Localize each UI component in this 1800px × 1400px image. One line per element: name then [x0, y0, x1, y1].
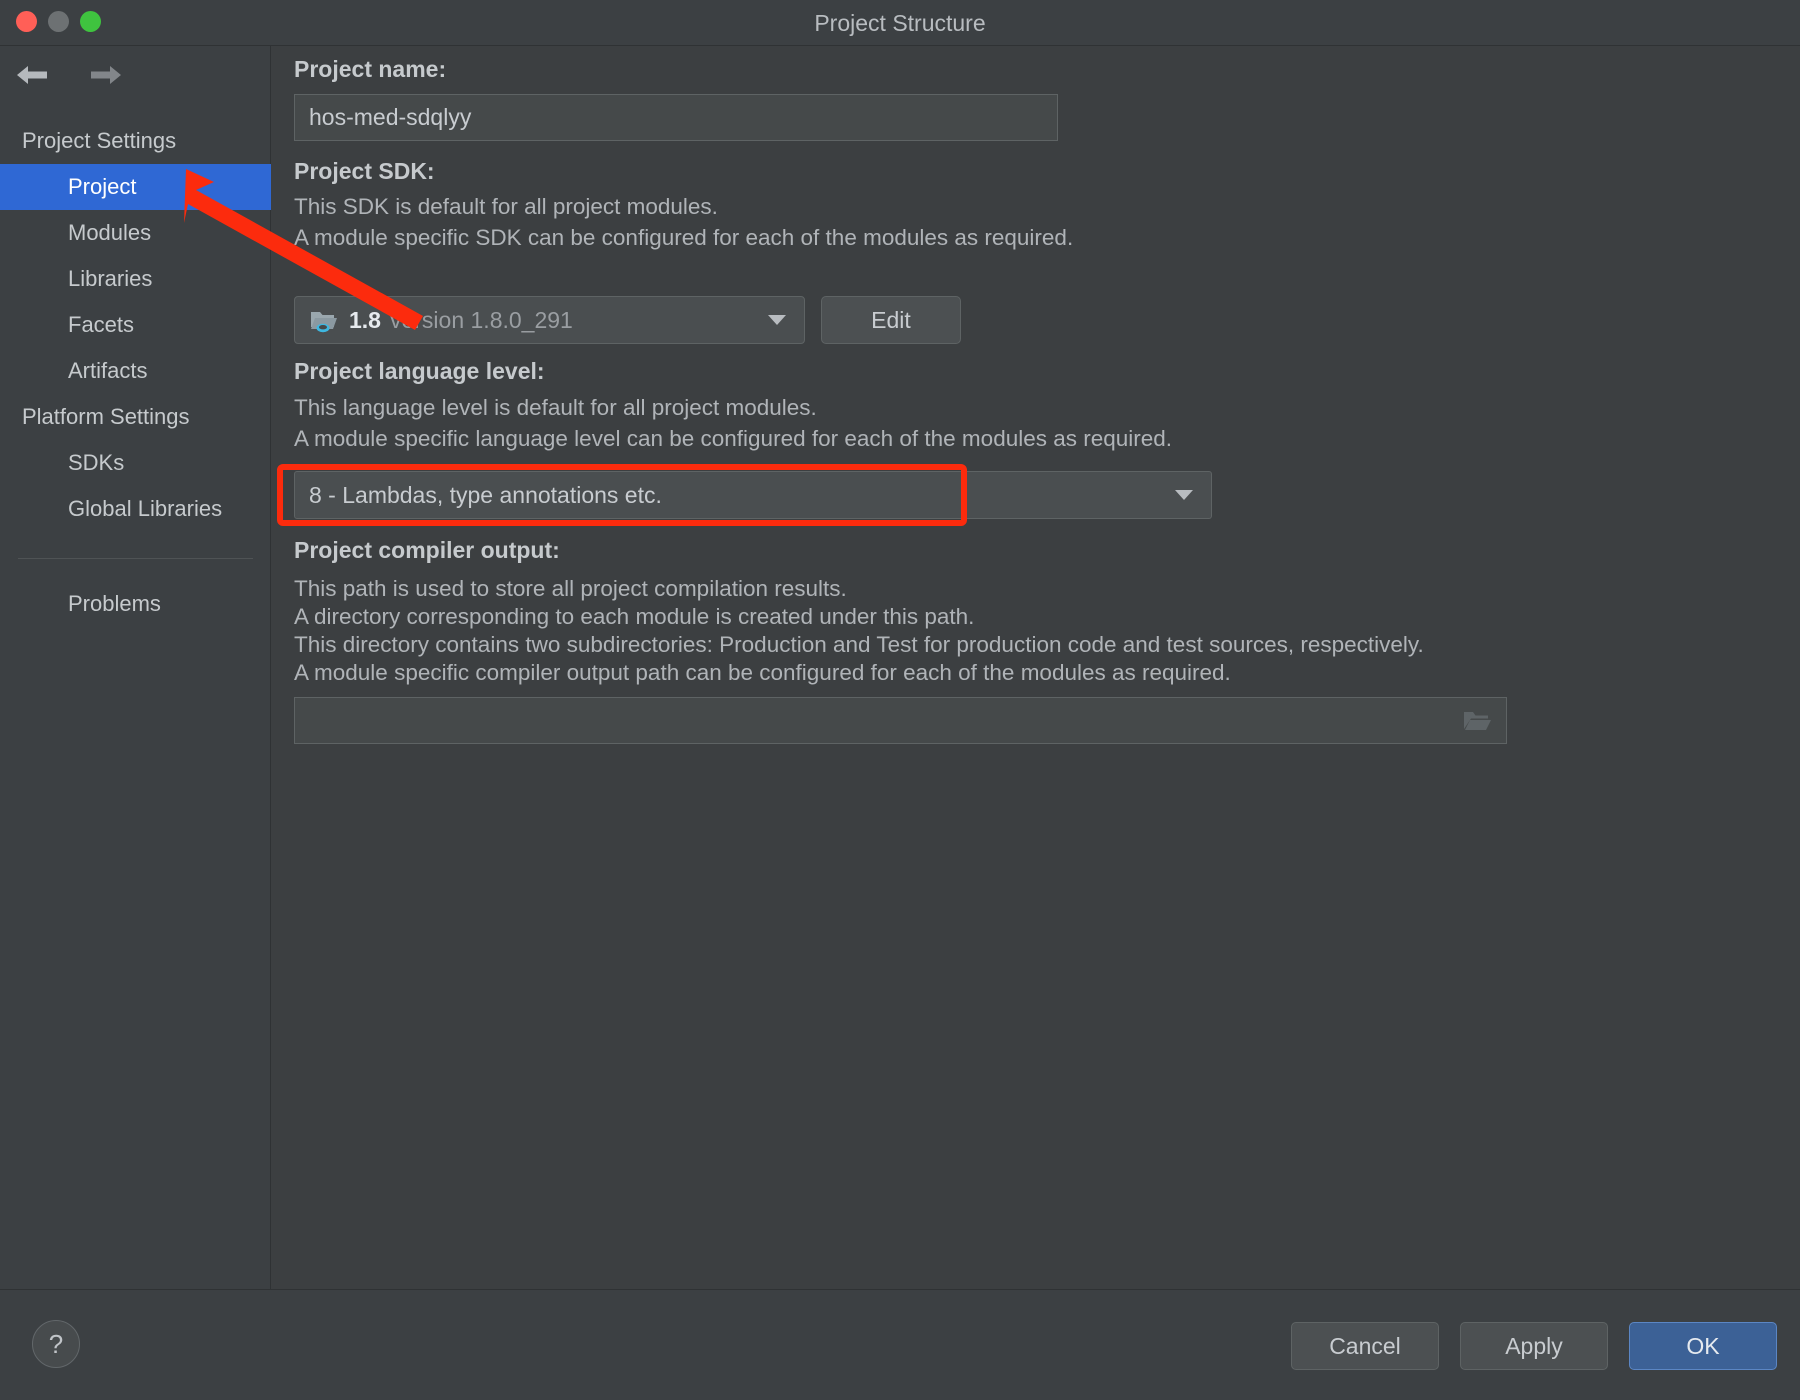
project-name-input[interactable]: hos-med-sdqlyy	[294, 94, 1058, 141]
folder-browse-icon	[1464, 711, 1491, 730]
sidebar-item-sdks[interactable]: SDKs	[0, 440, 271, 486]
sidebar-item-project[interactable]: Project	[0, 164, 271, 210]
project-sdk-desc-line2: A module specific SDK can be configured …	[294, 225, 1074, 250]
sidebar-item-label: Libraries	[68, 266, 153, 291]
title-bar: Project Structure	[0, 0, 1800, 46]
window-title: Project Structure	[814, 10, 986, 36]
project-name-label: Project name:	[294, 56, 447, 82]
language-level-desc-line2: A module specific language level can be …	[294, 426, 1173, 451]
sidebar-item-label: Global Libraries	[68, 496, 223, 521]
main-panel: Project name: hos-med-sdqlyy Project SDK…	[272, 46, 1800, 1289]
arrow-left-icon	[17, 66, 47, 84]
sidebar: Project Settings Project Modules Librari…	[0, 46, 271, 1289]
project-name-value: hos-med-sdqlyy	[309, 104, 472, 130]
navigation-buttons	[14, 60, 124, 90]
cancel-button[interactable]: Cancel	[1291, 1322, 1439, 1370]
sidebar-item-artifacts[interactable]: Artifacts	[0, 348, 271, 394]
sdk-edit-button[interactable]: Edit	[821, 296, 961, 344]
arrow-right-icon	[91, 66, 121, 84]
sidebar-item-modules[interactable]: Modules	[0, 210, 271, 256]
project-sdk-combo[interactable]: 1.8 version 1.8.0_291	[294, 296, 805, 344]
language-level-desc-line1: This language level is default for all p…	[294, 395, 817, 420]
project-sdk-version: version 1.8.0_291	[389, 306, 573, 333]
project-sdk-name: 1.8	[349, 306, 381, 333]
compiler-output-desc-line4: A module specific compiler output path c…	[294, 660, 1231, 685]
apply-button[interactable]: Apply	[1460, 1322, 1608, 1370]
sidebar-group-project-settings: Project Settings	[22, 128, 177, 153]
jdk-folder-icon	[311, 312, 337, 333]
chevron-down-icon	[768, 315, 786, 325]
project-sdk-desc-line1: This SDK is default for all project modu…	[294, 194, 718, 219]
back-button[interactable]	[14, 60, 50, 90]
sidebar-item-libraries[interactable]: Libraries	[0, 256, 271, 302]
sidebar-item-label: Problems	[68, 591, 161, 616]
sidebar-item-global-libraries[interactable]: Global Libraries	[0, 486, 271, 532]
sidebar-item-label: Modules	[68, 220, 152, 245]
sidebar-group-platform-settings: Platform Settings	[22, 404, 190, 429]
forward-button[interactable]	[88, 60, 124, 90]
sidebar-item-label: Facets	[68, 312, 135, 337]
language-level-value: 8 - Lambdas, type annotations etc.	[309, 481, 662, 508]
compiler-output-label: Project compiler output:	[294, 537, 560, 563]
sidebar-item-label: Artifacts	[68, 358, 148, 383]
sidebar-tree: Project Settings Project Modules Librari…	[0, 118, 271, 627]
language-level-combo[interactable]: 8 - Lambdas, type annotations etc.	[294, 471, 1212, 519]
chevron-down-icon	[1175, 490, 1193, 500]
ok-button[interactable]: OK	[1629, 1322, 1777, 1370]
project-structure-dialog: Project Structure Project Settings Proje…	[0, 0, 1800, 1400]
project-sdk-label: Project SDK:	[294, 158, 435, 184]
sidebar-item-problems[interactable]: Problems	[0, 581, 271, 627]
sidebar-divider	[18, 558, 253, 559]
sidebar-item-label: Project	[68, 174, 137, 199]
dialog-footer: ? Cancel Apply OK	[0, 1289, 1800, 1400]
help-button[interactable]: ?	[32, 1320, 80, 1368]
language-level-label: Project language level:	[294, 358, 545, 384]
sidebar-item-facets[interactable]: Facets	[0, 302, 271, 348]
compiler-output-input[interactable]	[294, 697, 1507, 744]
sidebar-item-label: SDKs	[68, 450, 125, 475]
compiler-output-browse-button[interactable]	[1448, 708, 1506, 734]
